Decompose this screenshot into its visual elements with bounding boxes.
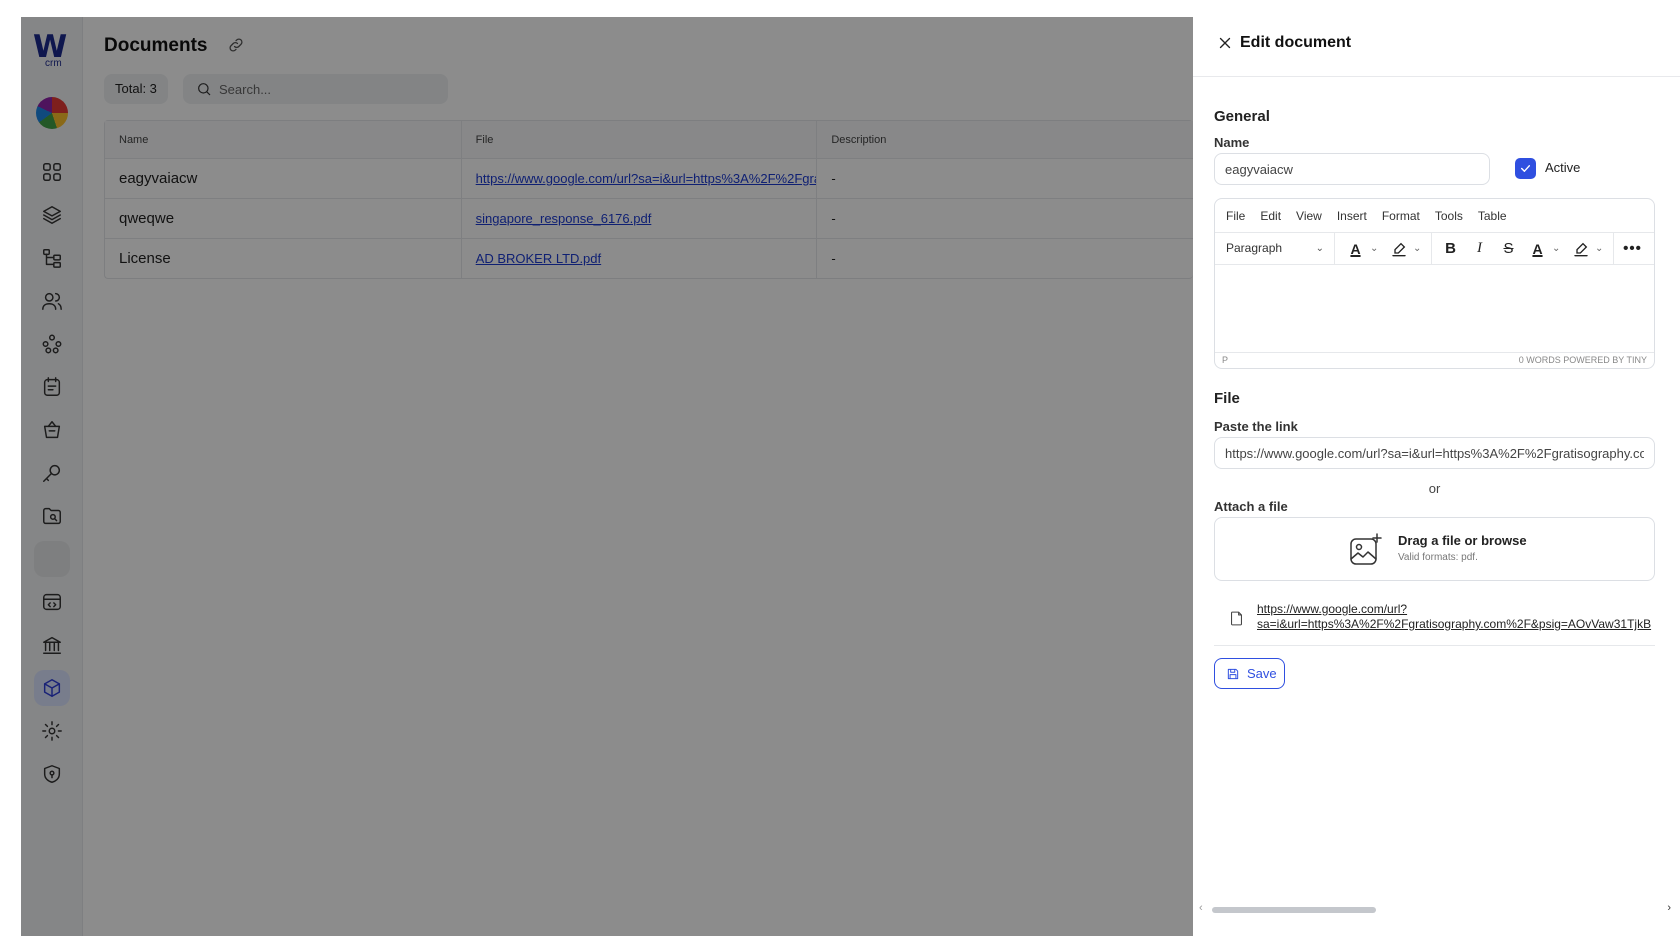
editor-menu-format[interactable]: Format [1382, 209, 1420, 223]
strikethrough-icon[interactable]: S [1494, 232, 1523, 265]
highlight-icon[interactable] [1384, 232, 1413, 265]
paste-link-label: Paste the link [1214, 419, 1298, 434]
bold-icon[interactable]: B [1436, 232, 1465, 265]
save-button-label: Save [1247, 666, 1277, 681]
editor-menu-table[interactable]: Table [1478, 209, 1507, 223]
file-dropzone[interactable]: Drag a file or browse Valid formats: pdf… [1214, 517, 1655, 581]
name-input[interactable] [1214, 153, 1490, 185]
attach-file-label: Attach a file [1214, 499, 1288, 514]
editor-menu-tools[interactable]: Tools [1435, 209, 1463, 223]
save-button[interactable]: Save [1214, 658, 1285, 689]
background-color-icon[interactable] [1566, 232, 1595, 265]
chevron-right-icon[interactable]: › [1667, 902, 1671, 914]
app-window: W crm Documents Total: 3 Search... Name … [21, 17, 1680, 936]
attached-file-link[interactable]: https://www.google.com/url? sa=i&url=htt… [1257, 602, 1655, 632]
editor-menu-file[interactable]: File [1226, 209, 1245, 223]
editor-content-area[interactable] [1215, 265, 1654, 353]
toolbar-divider [1613, 232, 1614, 265]
font-color-icon[interactable]: A [1523, 232, 1552, 265]
chevron-down-icon[interactable]: ⌄ [1370, 232, 1384, 265]
link-input[interactable] [1214, 437, 1655, 469]
editor-word-count: 0 WORDS POWERED BY TINY [1518, 355, 1647, 365]
file-icon [1228, 610, 1246, 628]
attached-file-link-line1: https://www.google.com/url? [1257, 602, 1408, 616]
editor-menu-view[interactable]: View [1296, 209, 1322, 223]
save-icon [1227, 668, 1239, 679]
close-icon [1219, 37, 1231, 49]
modal-backdrop[interactable] [21, 17, 1193, 936]
chevron-down-icon: ⌄ [1315, 243, 1324, 254]
italic-icon[interactable]: I [1465, 232, 1494, 265]
chevron-down-icon[interactable]: ⌄ [1595, 232, 1609, 265]
drawer-title: Edit document [1240, 34, 1352, 51]
block-format-select[interactable]: Paragraph ⌄ [1215, 232, 1335, 265]
or-separator: or [1428, 481, 1441, 496]
attached-file-link-line2: sa=i&url=https%3A%2F%2Fgratisography.com… [1257, 617, 1652, 631]
block-format-value: Paragraph [1226, 241, 1283, 255]
section-title-general: General [1214, 108, 1270, 125]
scrollbar-thumb[interactable] [1212, 907, 1376, 913]
section-title-file: File [1214, 390, 1240, 407]
check-icon [1521, 165, 1530, 172]
chevron-down-icon[interactable]: ⌄ [1552, 232, 1566, 265]
editor-menu-edit[interactable]: Edit [1260, 209, 1281, 223]
editor-menu-insert[interactable]: Insert [1337, 209, 1367, 223]
chevron-left-icon[interactable]: ‹ [1199, 902, 1203, 914]
editor-path: P [1222, 355, 1229, 365]
active-checkbox[interactable] [1515, 158, 1536, 179]
chevron-down-icon[interactable]: ⌄ [1413, 232, 1427, 265]
attached-file-row: https://www.google.com/url? sa=i&url=htt… [1214, 602, 1655, 646]
close-button[interactable] [1216, 34, 1236, 54]
name-label: Name [1214, 135, 1250, 150]
editor-statusbar: P 0 WORDS POWERED BY TINY [1215, 352, 1654, 368]
more-icon[interactable]: ••• [1618, 232, 1647, 265]
editor-menubar: File Edit View Insert Format Tools Table [1215, 199, 1654, 232]
image-upload-icon [1348, 532, 1384, 568]
dropzone-formats: Valid formats: pdf. [1398, 552, 1478, 563]
drawer-header: Edit document [1193, 17, 1680, 77]
edit-document-drawer: Edit document General Name Active File E… [1193, 17, 1680, 936]
rich-text-editor: File Edit View Insert Format Tools Table… [1214, 198, 1655, 369]
active-label: Active [1545, 160, 1581, 175]
text-color-icon[interactable]: A [1341, 232, 1370, 265]
horizontal-scrollbar[interactable]: ‹ › [1193, 902, 1676, 918]
toolbar-divider [1431, 232, 1432, 265]
editor-toolbar: Paragraph ⌄ A ⌄ ⌄ B I S A ⌄ ⌄ ••• [1215, 232, 1654, 265]
dropzone-title: Drag a file or browse [1398, 533, 1527, 548]
